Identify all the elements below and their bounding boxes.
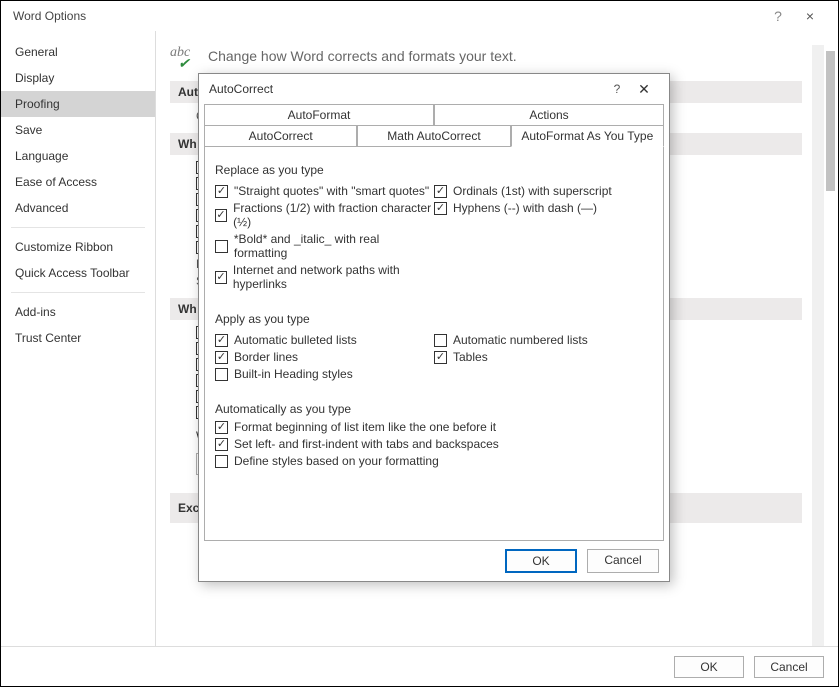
word-options-window: Word Options ? × General Display Proofin… — [0, 0, 839, 687]
sidebar-separator — [11, 292, 145, 293]
replace-r-checkbox-0[interactable] — [434, 185, 447, 198]
apply-label-1: Border lines — [234, 350, 298, 364]
auto-label-0: Format beginning of list item like the o… — [234, 420, 496, 434]
auto-label-1: Set left- and first-indent with tabs and… — [234, 437, 499, 451]
auto-checkbox-1[interactable] — [215, 438, 228, 451]
autocorrect-dialog: AutoCorrect ? ✕ AutoFormat Actions AutoC… — [198, 73, 670, 582]
scrollbar-thumb[interactable] — [826, 51, 835, 191]
apply-r-checkbox-0[interactable] — [434, 334, 447, 347]
dialog-footer: OK Cancel — [1, 646, 838, 686]
replace-r-label-1: Hyphens (--) with dash (—) — [453, 201, 597, 215]
replace-r-label-0: Ordinals (1st) with superscript — [453, 184, 612, 198]
replace-checkbox-1[interactable] — [215, 209, 227, 222]
apply-r-label-1: Tables — [453, 350, 488, 364]
modal-ok-button[interactable]: OK — [505, 549, 577, 573]
tab-autocorrect[interactable]: AutoCorrect — [204, 125, 357, 147]
replace-label-3: Internet and network paths with hyperlin… — [233, 263, 434, 291]
replace-checkbox-0[interactable] — [215, 185, 228, 198]
apply-checkbox-2[interactable] — [215, 368, 228, 381]
tab-strip: AutoFormat Actions AutoCorrect Math Auto… — [204, 104, 664, 146]
group-auto-label: Automatically as you type — [215, 402, 653, 416]
sidebar-item-quick-access-toolbar[interactable]: Quick Access Toolbar — [1, 260, 155, 286]
titlebar: Word Options ? × — [1, 1, 838, 31]
tab-actions[interactable]: Actions — [434, 104, 664, 126]
modal-footer: OK Cancel — [199, 541, 669, 581]
replace-r-checkbox-1[interactable] — [434, 202, 447, 215]
modal-cancel-button[interactable]: Cancel — [587, 549, 659, 573]
apply-r-checkbox-1[interactable] — [434, 351, 447, 364]
modal-title: AutoCorrect — [209, 82, 605, 96]
apply-checkbox-0[interactable] — [215, 334, 228, 347]
sidebar-item-customize-ribbon[interactable]: Customize Ribbon — [1, 234, 155, 260]
auto-checkbox-2[interactable] — [215, 455, 228, 468]
page-heading: Change how Word corrects and formats you… — [208, 48, 517, 64]
close-icon[interactable]: ✕ — [629, 81, 659, 98]
sidebar-item-ease-of-access[interactable]: Ease of Access — [1, 169, 155, 195]
group-apply-label: Apply as you type — [215, 312, 653, 326]
tab-math-autocorrect[interactable]: Math AutoCorrect — [357, 125, 510, 147]
tab-autoformat[interactable]: AutoFormat — [204, 104, 434, 126]
help-icon[interactable]: ? — [605, 82, 629, 96]
sidebar-item-language[interactable]: Language — [1, 143, 155, 169]
replace-label-2: *Bold* and _italic_ with real formatting — [234, 232, 434, 260]
sidebar-item-add-ins[interactable]: Add-ins — [1, 299, 155, 325]
tab-autoformat-as-you-type[interactable]: AutoFormat As You Type — [511, 125, 664, 147]
tab-panel: Replace as you type "Straight quotes" wi… — [204, 146, 664, 541]
replace-label-1: Fractions (1/2) with fraction character … — [233, 201, 434, 229]
help-icon[interactable]: ? — [766, 8, 790, 24]
close-icon[interactable]: × — [790, 8, 830, 24]
sidebar-item-proofing[interactable]: Proofing — [1, 91, 155, 117]
proofing-icon: abc✔ — [170, 45, 198, 67]
sidebar-separator — [11, 227, 145, 228]
group-replace-label: Replace as you type — [215, 163, 653, 177]
sidebar-item-save[interactable]: Save — [1, 117, 155, 143]
apply-checkbox-1[interactable] — [215, 351, 228, 364]
replace-checkbox-2[interactable] — [215, 240, 228, 253]
replace-checkbox-3[interactable] — [215, 271, 227, 284]
sidebar-item-general[interactable]: General — [1, 39, 155, 65]
replace-label-0: "Straight quotes" with "smart quotes" — [234, 184, 429, 198]
ok-button[interactable]: OK — [674, 656, 744, 678]
apply-label-0: Automatic bulleted lists — [234, 333, 357, 347]
apply-label-2: Built-in Heading styles — [234, 367, 353, 381]
sidebar-item-display[interactable]: Display — [1, 65, 155, 91]
auto-label-2: Define styles based on your formatting — [234, 454, 439, 468]
auto-checkbox-0[interactable] — [215, 421, 228, 434]
window-title: Word Options — [9, 9, 766, 23]
sidebar-item-trust-center[interactable]: Trust Center — [1, 325, 155, 351]
apply-r-label-0: Automatic numbered lists — [453, 333, 588, 347]
cancel-button[interactable]: Cancel — [754, 656, 824, 678]
sidebar: General Display Proofing Save Language E… — [1, 31, 156, 646]
sidebar-item-advanced[interactable]: Advanced — [1, 195, 155, 221]
modal-titlebar: AutoCorrect ? ✕ — [199, 74, 669, 104]
